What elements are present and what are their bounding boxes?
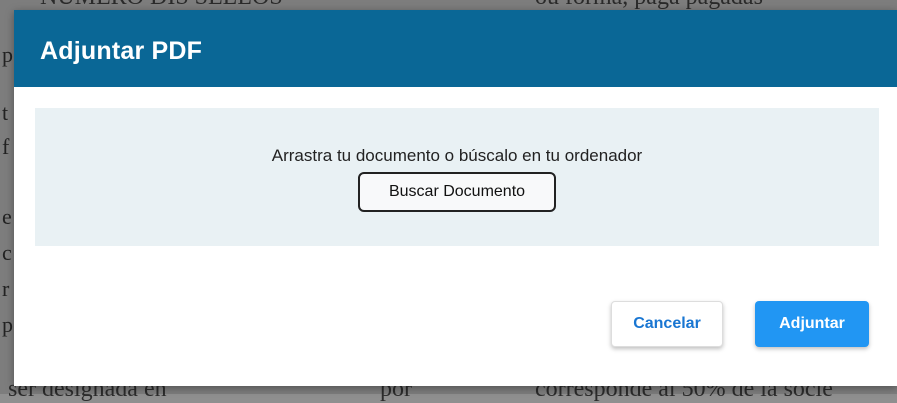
dialog-title: Adjuntar PDF	[40, 37, 203, 65]
attach-button[interactable]: Adjuntar	[755, 301, 869, 347]
bg-letter: r	[2, 276, 10, 301]
file-dropzone[interactable]: Arrastra tu documento o búscalo en tu or…	[35, 108, 879, 246]
bg-letter: c	[2, 240, 12, 265]
bg-letter: f	[2, 134, 10, 159]
attach-pdf-dialog: Adjuntar PDF Arrastra tu documento o bús…	[14, 10, 897, 386]
dialog-header: Adjuntar PDF	[14, 10, 897, 87]
bg-letter: e	[2, 204, 12, 229]
browse-document-button[interactable]: Buscar Documento	[358, 172, 556, 212]
bg-letter: p	[2, 42, 13, 67]
bg-letter: p	[2, 312, 13, 337]
bg-letter: t	[2, 100, 9, 125]
cancel-button[interactable]: Cancelar	[611, 301, 723, 347]
dropzone-instruction: Arrastra tu documento o búscalo en tu or…	[271, 146, 643, 165]
